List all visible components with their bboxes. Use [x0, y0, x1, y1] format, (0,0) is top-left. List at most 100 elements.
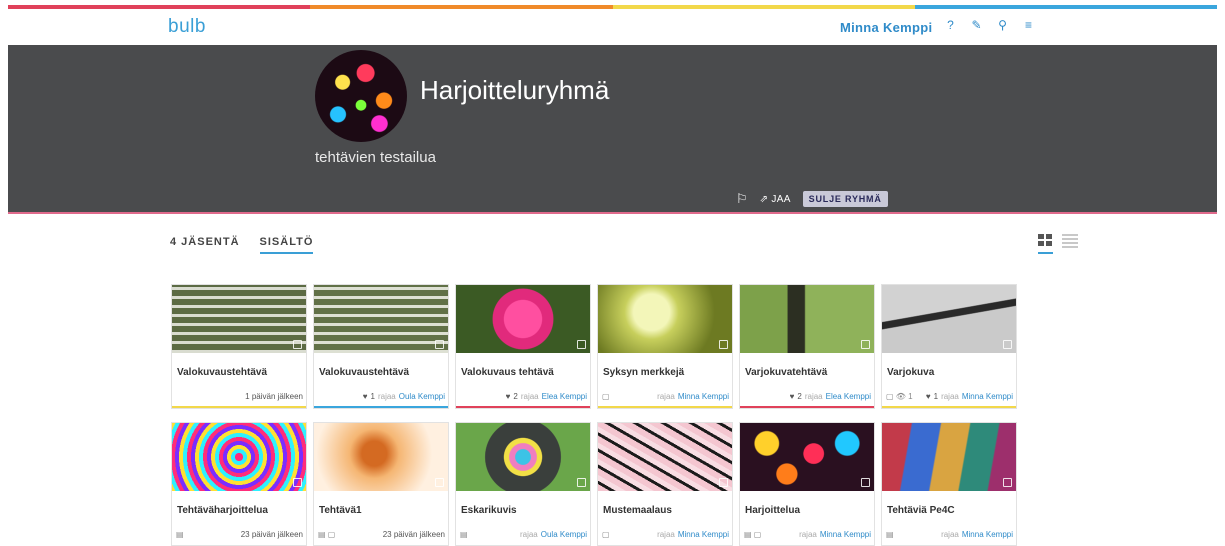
card-meta-icons: ▤ [176, 529, 184, 539]
card-thumbnail [172, 423, 306, 491]
author-link[interactable]: Minna Kemppi [962, 392, 1013, 401]
by-label: rajaa [519, 529, 538, 539]
close-group-button[interactable]: SULJE RYHMÄ [802, 191, 888, 207]
author-link[interactable]: Minna Kemppi [678, 530, 729, 539]
card-thumbnail [740, 285, 874, 353]
card-meta-right: rajaa Minna Kemppi [657, 530, 729, 539]
author-link[interactable]: Elea Kemppi [826, 392, 871, 401]
like-count: 2 [797, 391, 802, 401]
card-footer: ♥ 2 rajaa Elea Kemppi [744, 390, 871, 402]
image-badge-icon [293, 340, 302, 349]
content-card[interactable]: Tehtäviä Pe4C ▤ rajaa Minna Kemppi [882, 423, 1016, 545]
card-color-bar [882, 406, 1016, 408]
card-meta-icons: ▤ [460, 529, 468, 539]
heart-icon: ♥ [925, 391, 931, 401]
content-card[interactable]: Valokuvaus tehtävä ♥ 2 rajaa Elea Kemppi [456, 285, 590, 408]
by-label: rajaa [520, 391, 539, 401]
image-badge-icon [435, 340, 444, 349]
card-title: Tehtävä1 [319, 505, 362, 516]
card-footer: ▤ ▢ 23 päivän jälkeen [318, 528, 445, 540]
search-icon[interactable]: ⚲ [996, 19, 1009, 32]
group-title: Harjoitteluryhmä [420, 75, 610, 105]
card-thumbnail [598, 423, 732, 491]
card-meta-right: rajaa Minna Kemppi [799, 530, 871, 539]
author-link[interactable]: Oula Kemppi [399, 392, 445, 401]
share-button[interactable]: ⇗ JAA [760, 194, 791, 205]
author-link[interactable]: Minna Kemppi [820, 530, 871, 539]
content-card[interactable]: Varjokuvatehtävä ♥ 2 rajaa Elea Kemppi [740, 285, 874, 408]
card-title: Tehtäviä Pe4C [887, 505, 955, 516]
content-card[interactable]: Tehtäväharjoittelua ▤ 23 päivän jälkeen [172, 423, 306, 545]
image-badge-icon [861, 478, 870, 487]
image-badge-icon [861, 340, 870, 349]
card-title: Eskarikuvis [461, 505, 517, 516]
by-label: rajaa [804, 391, 823, 401]
content-card[interactable]: Syksyn merkkejä ▢ rajaa Minna Kemppi [598, 285, 732, 408]
card-title: Tehtäväharjoittelua [177, 505, 268, 516]
card-meta-icons: ▢ [602, 529, 610, 539]
logo[interactable]: bulb [168, 16, 206, 38]
author-link[interactable]: Minna Kemppi [962, 530, 1013, 539]
card-title: Varjokuva [887, 367, 935, 378]
author-link[interactable]: Oula Kemppi [541, 530, 587, 539]
content-card[interactable]: Varjokuva ▢ 👁 1 ♥ 1 rajaa Minna Kemppi [882, 285, 1016, 408]
grid-view-icon[interactable] [1038, 234, 1053, 254]
card-footer: 1 päivän jälkeen [176, 390, 303, 402]
image-badge-icon [719, 340, 728, 349]
author-link[interactable]: Minna Kemppi [678, 392, 729, 401]
card-color-bar [598, 406, 732, 408]
group-description: tehtävien testailua [315, 149, 436, 166]
card-meta-icons: ▢ [602, 391, 610, 401]
image-badge-icon [1003, 478, 1012, 487]
content-card[interactable]: Eskarikuvis ▤ rajaa Oula Kemppi [456, 423, 590, 545]
card-meta-right: ♥ 2 rajaa Elea Kemppi [790, 392, 871, 401]
by-label: rajaa [657, 391, 675, 401]
heart-icon: ♥ [505, 391, 511, 401]
image-badge-icon [293, 478, 302, 487]
content-card[interactable]: Tehtävä1 ▤ ▢ 23 päivän jälkeen [314, 423, 448, 545]
flag-icon[interactable]: ⚐ [736, 191, 748, 207]
help-icon[interactable]: ? [944, 19, 957, 32]
content-card[interactable]: Harjoittelua ▤ ▢ rajaa Minna Kemppi [740, 423, 874, 545]
card-thumbnail [314, 423, 448, 491]
top-icons: ? ✎ ⚲ ≡ [944, 19, 1035, 32]
content-card[interactable]: Valokuvaustehtävä 1 päivän jälkeen [172, 285, 306, 408]
card-thumbnail [456, 285, 590, 353]
list-view-icon[interactable] [1062, 234, 1078, 248]
deadline-text: 1 päivän jälkeen [245, 391, 303, 401]
content-card[interactable]: Valokuvaustehtävä ♥ 1 rajaa Oula Kemppi [314, 285, 448, 408]
tab-content[interactable]: SISÄLTÖ [259, 236, 314, 254]
tab-members[interactable]: 4 JÄSENTÄ [170, 236, 240, 254]
by-label: rajaa [941, 529, 959, 539]
card-color-bar [172, 406, 306, 408]
image-badge-icon [435, 478, 444, 487]
user-name-link[interactable]: Minna Kemppi [840, 20, 932, 35]
by-label: rajaa [799, 529, 817, 539]
card-meta-right: 23 päivän jälkeen [241, 530, 303, 539]
card-footer: ▢ rajaa Minna Kemppi [602, 528, 729, 540]
like-count: 2 [513, 391, 518, 401]
image-badge-icon [577, 478, 586, 487]
card-title: Varjokuvatehtävä [745, 367, 828, 378]
group-avatar [315, 50, 407, 142]
card-footer: ▢ 👁 1 ♥ 1 rajaa Minna Kemppi [886, 390, 1013, 402]
menu-icon[interactable]: ≡ [1022, 19, 1035, 32]
card-meta-right: ♥ 1 rajaa Minna Kemppi [926, 392, 1013, 401]
card-footer: ▤ 23 päivän jälkeen [176, 528, 303, 540]
image-badge-icon [1003, 340, 1012, 349]
share-label: JAA [771, 193, 791, 205]
by-label: rajaa [941, 391, 959, 401]
heart-icon: ♥ [789, 391, 795, 401]
card-footer: ♥ 1 rajaa Oula Kemppi [318, 390, 445, 402]
card-color-bar [740, 406, 874, 408]
author-link[interactable]: Elea Kemppi [542, 392, 587, 401]
card-meta-right: rajaa Oula Kemppi [520, 530, 587, 539]
card-color-bar [456, 406, 590, 408]
card-thumbnail [456, 423, 590, 491]
edit-icon[interactable]: ✎ [970, 19, 983, 32]
deadline-text: 23 päivän jälkeen [240, 529, 303, 539]
content-card[interactable]: Mustemaalaus ▢ rajaa Minna Kemppi [598, 423, 732, 545]
card-title: Mustemaalaus [603, 505, 672, 516]
card-title: Valokuvaustehtävä [319, 367, 410, 378]
like-count: 1 [370, 391, 375, 401]
